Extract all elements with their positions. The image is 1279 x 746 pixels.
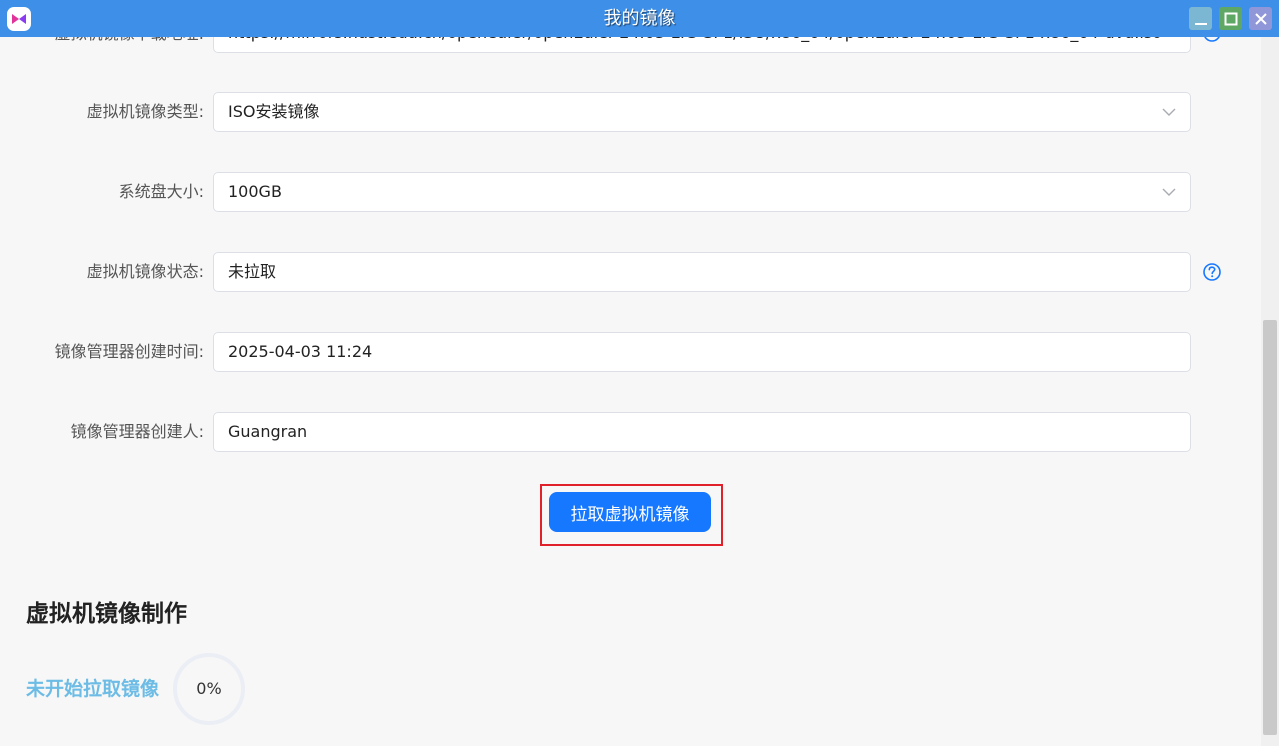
- close-button[interactable]: [1249, 7, 1272, 30]
- section-title: 虚拟机镜像制作: [26, 601, 187, 627]
- image-status-help-icon[interactable]: [1202, 262, 1222, 282]
- disk-size-value: 100GB: [228, 182, 282, 201]
- image-status-label: 虚拟机镜像状态:: [86, 262, 204, 281]
- minimize-icon: [1194, 22, 1207, 25]
- created-time-label: 镜像管理器创建时间:: [54, 342, 204, 361]
- creator-value: Guangran: [228, 422, 308, 441]
- maximize-button[interactable]: [1219, 7, 1242, 30]
- creator-field[interactable]: Guangran: [213, 412, 1191, 452]
- image-status-field[interactable]: 未拉取: [213, 252, 1191, 292]
- minimize-button[interactable]: [1189, 7, 1212, 30]
- image-type-value: ISO安装镜像: [228, 102, 320, 121]
- close-icon: [1254, 12, 1267, 25]
- disk-size-label: 系统盘大小:: [118, 182, 204, 201]
- creator-label: 镜像管理器创建人:: [70, 422, 204, 441]
- image-status-value: 未拉取: [228, 262, 277, 281]
- created-time-value: 2025-04-03 11:24: [228, 342, 373, 361]
- image-type-select[interactable]: ISO安装镜像: [213, 92, 1191, 132]
- disk-size-select[interactable]: 100GB: [213, 172, 1191, 212]
- pull-status-text: 未开始拉取镜像: [26, 678, 160, 700]
- scrollbar-thumb[interactable]: [1263, 320, 1277, 735]
- window-title: 我的镜像: [603, 8, 676, 29]
- chevron-down-icon: [1162, 188, 1176, 196]
- pull-image-button[interactable]: 拉取虚拟机镜像: [549, 492, 711, 532]
- title-bar[interactable]: 我的镜像: [0, 0, 1279, 37]
- image-type-label: 虚拟机镜像类型:: [86, 102, 204, 121]
- chevron-down-icon: [1162, 108, 1176, 116]
- app-window: 我的镜像 虚拟机镜像下载地址: https://mirrors.hust.edu…: [0, 0, 1279, 746]
- created-time-field[interactable]: 2025-04-03 11:24: [213, 332, 1191, 372]
- maximize-icon: [1224, 12, 1237, 25]
- progress-percent: 0%: [196, 679, 222, 698]
